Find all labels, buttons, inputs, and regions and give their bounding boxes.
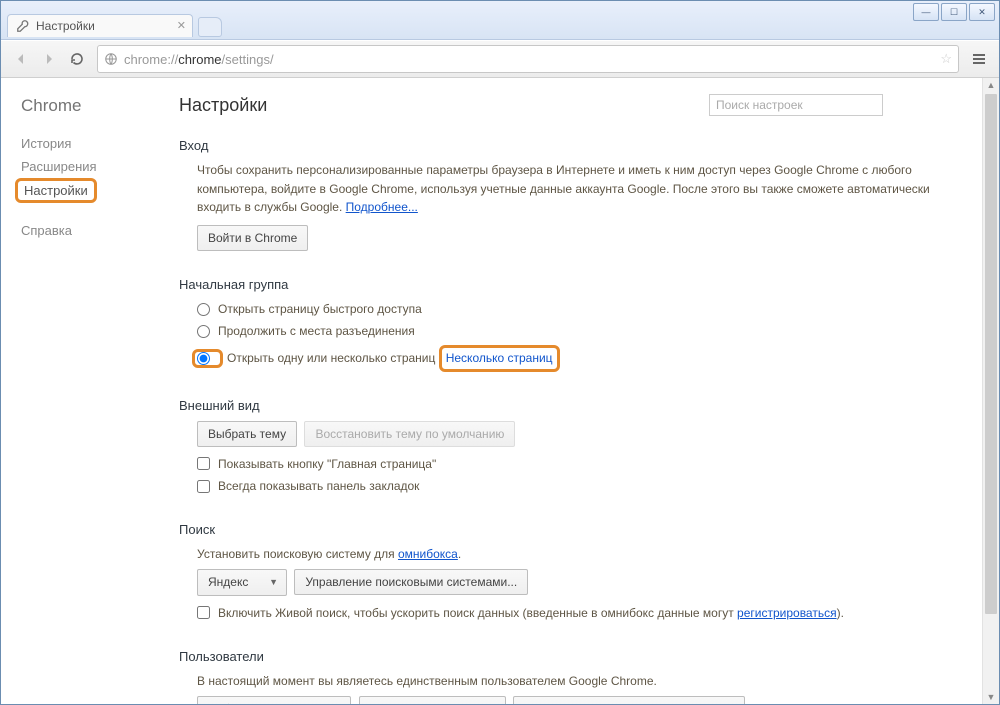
window-titlebar: Настройки ✕ — ☐ ✕ <box>1 1 999 40</box>
wrench-icon <box>16 19 30 33</box>
show-home-label: Показывать кнопку "Главная страница" <box>218 455 436 474</box>
startup-heading: Начальная группа <box>179 277 975 292</box>
settings-sidebar: Chrome История Расширения Настройки Спра… <box>1 78 171 704</box>
section-signin: Вход Чтобы сохранить персонализированные… <box>179 138 975 251</box>
address-bar[interactable]: chrome://chrome/settings/ ☆ <box>97 45 959 73</box>
radio-pages[interactable] <box>197 352 210 365</box>
vertical-scrollbar[interactable]: ▲ ▼ <box>982 78 999 704</box>
radio-continue-label: Продолжить с места разъединения <box>218 322 415 341</box>
new-tab-button[interactable] <box>198 17 222 37</box>
omnibox-link[interactable]: омнибокса <box>398 547 458 561</box>
manage-search-engines-button[interactable]: Управление поисковыми системами... <box>294 569 528 595</box>
section-search: Поиск Установить поисковую систему для о… <box>179 522 975 623</box>
globe-icon <box>104 52 118 66</box>
back-button[interactable] <box>7 45 35 73</box>
minimize-button[interactable]: — <box>913 3 939 21</box>
sidebar-item-help[interactable]: Справка <box>21 219 171 242</box>
settings-main: Настройки Вход Чтобы сохранить персонали… <box>171 78 999 704</box>
show-bookmarks-row[interactable]: Всегда показывать панель закладок <box>197 477 975 496</box>
startup-option-newtab[interactable]: Открыть страницу быстрого доступа <box>197 300 975 319</box>
import-bookmarks-button[interactable]: Импортировать закладки и настройки <box>513 696 745 704</box>
sidebar-item-extensions[interactable]: Расширения <box>21 155 171 178</box>
section-startup: Начальная группа Открыть страницу быстро… <box>179 277 975 372</box>
browser-tab[interactable]: Настройки ✕ <box>7 14 193 37</box>
instant-register-link[interactable]: регистрироваться <box>737 606 837 620</box>
search-desc: Установить поисковую систему для <box>197 547 398 561</box>
search-engine-selected: Яндекс <box>208 573 248 592</box>
settings-search-input[interactable] <box>709 94 883 116</box>
url-text: chrome://chrome/settings/ <box>124 52 274 67</box>
section-users: Пользователи В настоящий момент вы являе… <box>179 649 975 704</box>
show-home-row[interactable]: Показывать кнопку "Главная страница" <box>197 455 975 474</box>
highlight-settings: Настройки <box>15 178 97 203</box>
instant-label: Включить Живой поиск, чтобы ускорить пои… <box>218 604 844 623</box>
highlight-radio-pages <box>192 349 223 368</box>
search-heading: Поиск <box>179 522 975 537</box>
page-title: Настройки <box>179 95 267 116</box>
sidebar-item-history[interactable]: История <box>21 132 171 155</box>
scrollbar-thumb[interactable] <box>985 94 997 614</box>
instant-row[interactable]: Включить Живой поиск, чтобы ускорить пои… <box>197 604 975 623</box>
highlight-pages-link: Несколько страниц <box>439 345 560 372</box>
appearance-heading: Внешний вид <box>179 398 975 413</box>
reset-theme-button[interactable]: Восстановить тему по умолчанию <box>304 421 515 447</box>
close-icon[interactable]: ✕ <box>177 19 186 32</box>
signin-heading: Вход <box>179 138 975 153</box>
browser-toolbar: chrome://chrome/settings/ ☆ <box>1 40 999 78</box>
startup-option-continue[interactable]: Продолжить с места разъединения <box>197 322 975 341</box>
show-bookmarks-checkbox[interactable] <box>197 480 210 493</box>
close-window-button[interactable]: ✕ <box>969 3 995 21</box>
section-appearance: Внешний вид Выбрать тему Восстановить те… <box>179 398 975 496</box>
forward-button[interactable] <box>35 45 63 73</box>
learn-more-link[interactable]: Подробнее... <box>346 200 418 214</box>
show-home-checkbox[interactable] <box>197 457 210 470</box>
add-user-button[interactable]: Добавить пользователя <box>197 696 351 704</box>
browser-window: Настройки ✕ — ☐ ✕ chr <box>0 0 1000 705</box>
search-engine-select[interactable]: Яндекс ▼ <box>197 569 287 596</box>
choose-theme-button[interactable]: Выбрать тему <box>197 421 297 447</box>
users-heading: Пользователи <box>179 649 975 664</box>
reload-button[interactable] <box>63 45 91 73</box>
scroll-up-arrow[interactable]: ▲ <box>983 78 999 92</box>
delete-user-button[interactable]: Удалить пользователя <box>359 696 506 704</box>
instant-checkbox[interactable] <box>197 606 210 619</box>
set-pages-link[interactable]: Несколько страниц <box>446 351 553 365</box>
chevron-down-icon: ▼ <box>269 576 278 590</box>
radio-continue[interactable] <box>197 325 210 338</box>
signin-button[interactable]: Войти в Chrome <box>197 225 308 251</box>
maximize-button[interactable]: ☐ <box>941 3 967 21</box>
users-desc: В настоящий момент вы являетесь единстве… <box>197 672 975 691</box>
content-area: Chrome История Расширения Настройки Спра… <box>1 78 999 704</box>
tab-strip: Настройки ✕ <box>7 11 222 37</box>
menu-button[interactable] <box>965 45 993 73</box>
bookmark-star-icon[interactable]: ☆ <box>940 51 952 67</box>
sidebar-item-settings[interactable]: Настройки <box>22 181 90 200</box>
radio-pages-label: Открыть одну или несколько страниц <box>227 349 435 368</box>
tab-title: Настройки <box>36 19 95 33</box>
chrome-logo-text: Chrome <box>21 96 171 116</box>
scroll-down-arrow[interactable]: ▼ <box>983 690 999 704</box>
startup-option-pages[interactable]: Открыть одну или несколько страниц Неско… <box>197 345 975 372</box>
show-bookmarks-label: Всегда показывать панель закладок <box>218 477 419 496</box>
signin-text: Чтобы сохранить персонализированные пара… <box>197 163 930 214</box>
radio-newtab[interactable] <box>197 303 210 316</box>
radio-newtab-label: Открыть страницу быстрого доступа <box>218 300 422 319</box>
page-header: Настройки <box>179 94 975 116</box>
